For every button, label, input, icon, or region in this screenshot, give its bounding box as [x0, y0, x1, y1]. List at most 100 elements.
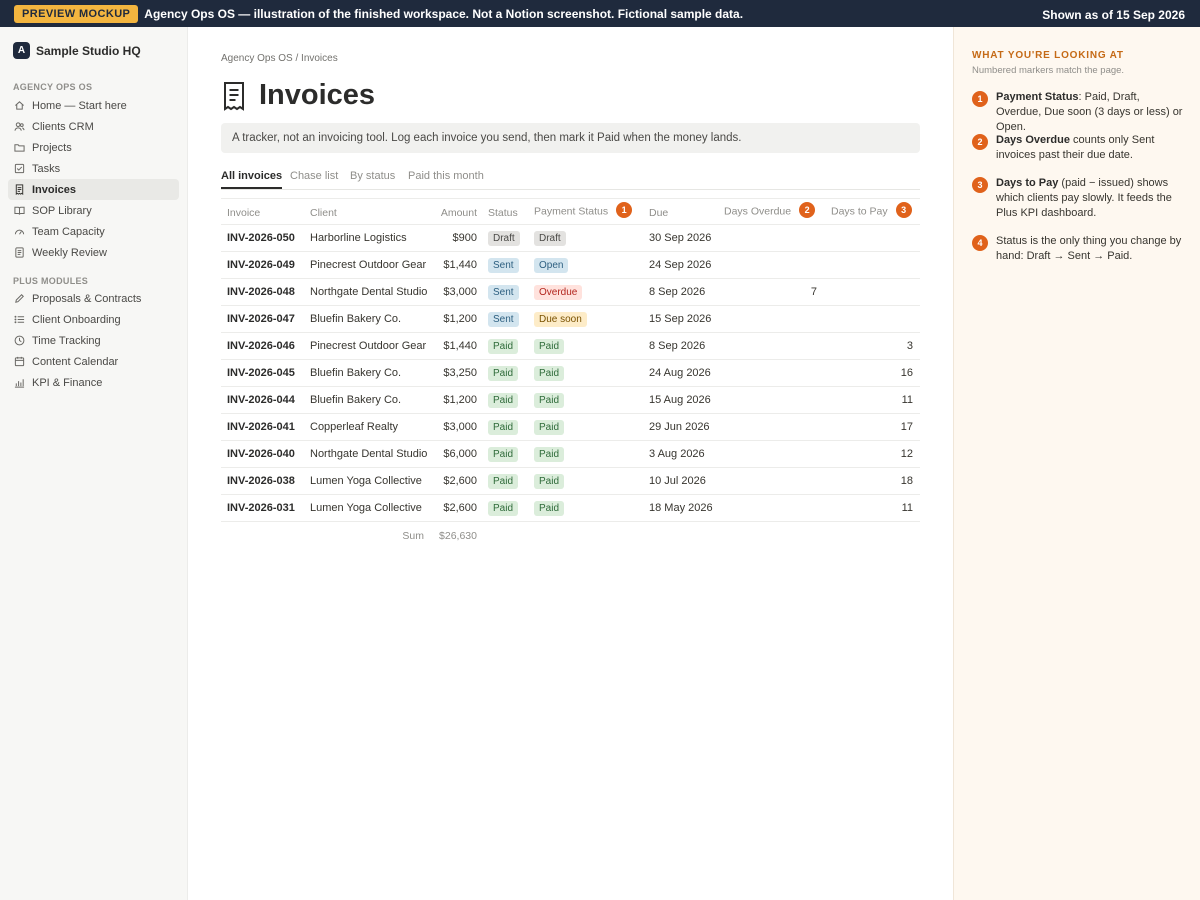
tab-paid-this-month[interactable]: Paid this month [408, 170, 484, 182]
column-header-invoice[interactable]: Invoice [227, 207, 260, 219]
panel-subheading: Numbered markers match the page. [972, 65, 1125, 76]
status-cell: Paid [488, 447, 519, 462]
column-header-days-to-pay[interactable]: Days to Pay 3 [831, 202, 912, 218]
table-row[interactable]: INV-2026-046 Pinecrest Outdoor Gear $1,440… [221, 333, 920, 360]
column-header-due[interactable]: Due [649, 207, 668, 219]
sidebar-item-label: Client Onboarding [32, 313, 121, 326]
column-header-days-overdue[interactable]: Days Overdue 2 [724, 202, 816, 218]
days-to-pay-cell: 17 [900, 421, 913, 433]
due-date-cell: 15 Sep 2026 [649, 313, 712, 325]
payment-status-badge: Paid [534, 366, 565, 381]
status-badge: Paid [488, 501, 519, 516]
days-overdue-cell: 7 [810, 286, 817, 298]
note-body: Status is the only thing you change by h… [996, 235, 1182, 262]
status-badge: Sent [488, 312, 519, 327]
sidebar-item-label: Tasks [32, 162, 61, 175]
sidebar-item-content-calendar[interactable]: Content Calendar [8, 351, 179, 372]
amount-cell: $2,600 [443, 475, 477, 487]
column-header-payment-status[interactable]: Payment Status 1 [534, 202, 633, 218]
sidebar-item-weekly-review[interactable]: Weekly Review [8, 242, 179, 263]
client-cell: Bluefin Bakery Co. [310, 394, 402, 406]
marker-1: 1 [972, 91, 988, 107]
column-header-status[interactable]: Status [488, 207, 518, 219]
due-date-cell: 24 Aug 2026 [649, 367, 711, 379]
client-cell: Northgate Dental Studio [310, 448, 428, 460]
marker-3: 3 [895, 202, 912, 218]
status-cell: Draft [488, 231, 520, 246]
status-badge: Sent [488, 258, 519, 273]
checkbox-icon [14, 163, 25, 174]
sidebar-item-kpi-finance[interactable]: KPI & Finance [8, 372, 179, 393]
note-text: Status is the only thing you change by h… [996, 234, 1184, 264]
payment-status-cell: Draft [534, 231, 566, 246]
due-date-cell: 24 Sep 2026 [649, 259, 712, 271]
amount-cell: $1,200 [443, 313, 477, 325]
amount-cell: $1,440 [443, 340, 477, 352]
table-row[interactable]: INV-2026-031 Lumen Yoga Collective $2,600 P… [221, 495, 920, 522]
status-cell: Paid [488, 366, 519, 381]
sidebar-item-client-onboarding[interactable]: Client Onboarding [8, 309, 179, 330]
table-row[interactable]: INV-2026-038 Lumen Yoga Collective $2,600 P… [221, 468, 920, 495]
column-header-client[interactable]: Client [310, 207, 337, 219]
amount-cell: $900 [452, 232, 477, 244]
payment-status-cell: Overdue [534, 285, 583, 300]
sidebar-item-label: Team Capacity [32, 225, 105, 238]
sidebar-item-projects[interactable]: Projects [8, 137, 179, 158]
sidebar-item-label: Time Tracking [32, 334, 101, 347]
table-row[interactable]: INV-2026-041 Copperleaf Realty $3,000 Paid P… [221, 414, 920, 441]
table-row[interactable]: INV-2026-044 Bluefin Bakery Co. $1,200 Paid… [221, 387, 920, 414]
workspace-switcher[interactable]: A Sample Studio HQ [13, 42, 141, 59]
days-to-pay-cell: 16 [900, 367, 913, 379]
note-term: Days Overdue [996, 134, 1070, 146]
bar-chart-icon [14, 377, 25, 388]
days-to-pay-cell: 11 [901, 394, 913, 406]
invoice-cell: INV-2026-049 [227, 259, 295, 271]
invoice-cell: INV-2026-040 [227, 448, 295, 460]
note-term: Days to Pay [996, 177, 1059, 189]
due-date-cell: 8 Sep 2026 [649, 340, 706, 352]
receipt-icon [224, 81, 244, 111]
client-cell: Lumen Yoga Collective [310, 502, 422, 514]
sidebar-item-clients-crm[interactable]: Clients CRM [8, 116, 179, 137]
table-row[interactable]: INV-2026-049 Pinecrest Outdoor Gear $1,440… [221, 252, 920, 279]
payment-status-cell: Open [534, 258, 569, 273]
due-date-cell: 15 Aug 2026 [649, 394, 711, 406]
client-cell: Northgate Dental Studio [310, 286, 428, 298]
sidebar-item-team-capacity[interactable]: Team Capacity [8, 221, 179, 242]
sidebar-item-tasks[interactable]: Tasks [8, 158, 179, 179]
sidebar-item-sop-library[interactable]: SOP Library [8, 200, 179, 221]
payment-status-cell: Paid [534, 447, 565, 462]
client-cell: Pinecrest Outdoor Gear [310, 340, 427, 352]
sidebar-item-home[interactable]: Home — Start here [8, 95, 179, 116]
sidebar-item-label: Proposals & Contracts [32, 292, 142, 305]
invoice-cell: INV-2026-048 [227, 286, 295, 298]
sidebar-item-label: Home — Start here [32, 99, 127, 112]
tab-all-invoices[interactable]: All invoices [221, 170, 283, 189]
invoices-table: Invoice Client Amount Status Payment Sta… [221, 198, 920, 548]
sum-label: Sum [402, 530, 424, 542]
payment-status-badge: Paid [534, 393, 565, 408]
column-header-amount[interactable]: Amount [441, 207, 477, 219]
clock-icon [14, 335, 25, 346]
sidebar-item-time-tracking[interactable]: Time Tracking [8, 330, 179, 351]
tab-by-status[interactable]: By status [350, 170, 395, 182]
table-row[interactable]: INV-2026-047 Bluefin Bakery Co. $1,200 Sent… [221, 306, 920, 333]
table-row[interactable]: INV-2026-050 Harborline Logistics $900 Draf… [221, 225, 920, 252]
sidebar-item-proposals-contracts[interactable]: Proposals & Contracts [8, 288, 179, 309]
payment-status-badge: Paid [534, 420, 565, 435]
table-row[interactable]: INV-2026-040 Northgate Dental Studio $6,00… [221, 441, 920, 468]
page-header: Invoices [221, 79, 375, 112]
marker-4: 4 [972, 235, 988, 251]
tab-chase-list[interactable]: Chase list [290, 170, 338, 182]
days-to-pay-cell: 18 [900, 475, 913, 487]
table-row[interactable]: INV-2026-045 Bluefin Bakery Co. $3,250 Paid… [221, 360, 920, 387]
client-cell: Bluefin Bakery Co. [310, 367, 402, 379]
sidebar-item-invoices[interactable]: Invoices [8, 179, 179, 200]
status-badge: Paid [488, 393, 519, 408]
breadcrumb[interactable]: Agency Ops OS / Invoices [221, 53, 338, 64]
table-row[interactable]: INV-2026-048 Northgate Dental Studio $3,00… [221, 279, 920, 306]
amount-cell: $1,440 [443, 259, 477, 271]
preview-badge: PREVIEW MOCKUP [14, 4, 139, 23]
preview-banner: PREVIEW MOCKUP Agency Ops OS — illustrat… [0, 0, 1200, 27]
explainer-note: 1 Payment Status: Paid, Draft, Overdue, D… [972, 90, 1184, 135]
